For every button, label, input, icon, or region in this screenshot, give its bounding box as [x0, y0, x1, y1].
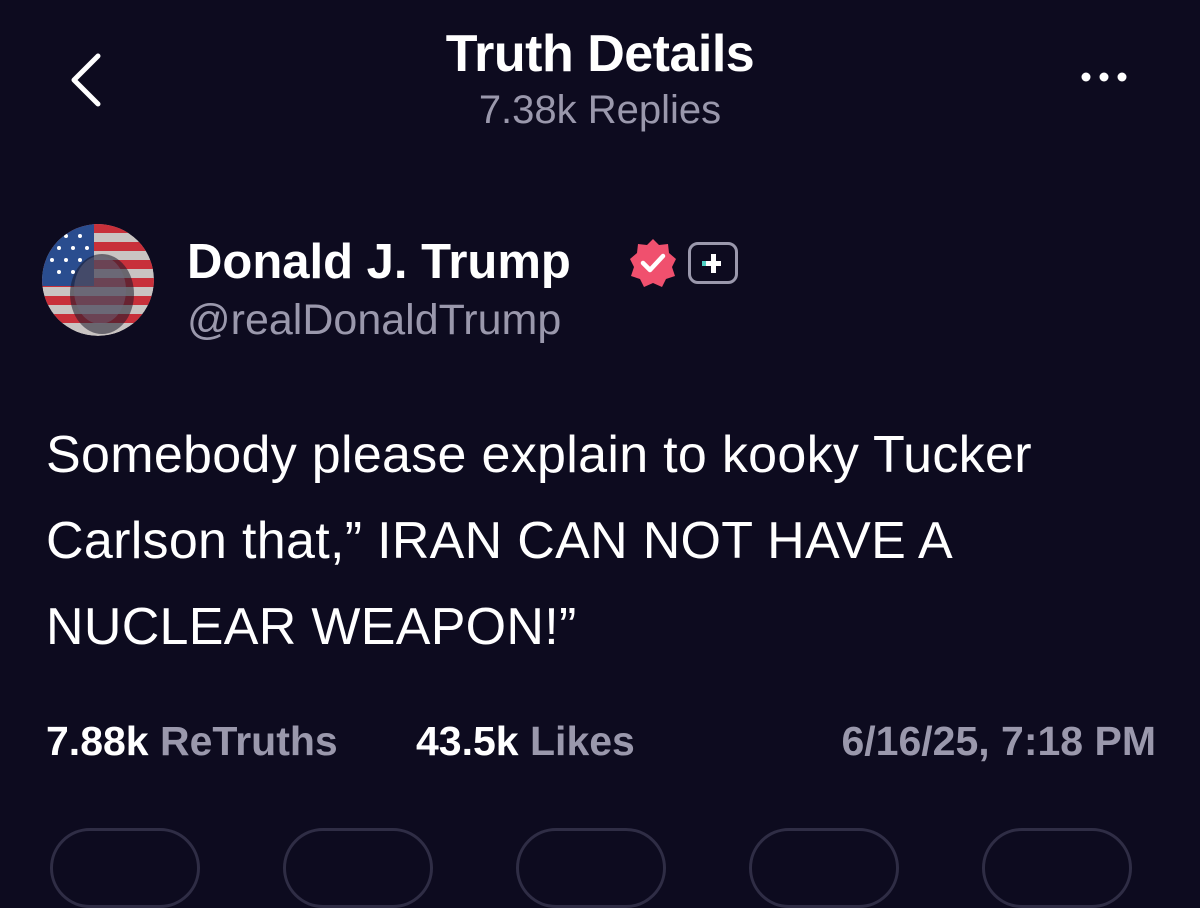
author-name[interactable]: Donald J. Trump: [187, 234, 571, 290]
post-content: Somebody please explain to kooky Tucker …: [46, 426, 1032, 656]
avatar[interactable]: [42, 224, 154, 336]
action-bar: [0, 818, 1200, 908]
likes-label: Likes: [530, 718, 635, 764]
retruths-label: ReTruths: [160, 718, 338, 764]
retruth-button[interactable]: [283, 828, 433, 908]
retruths-stat[interactable]: 7.88k ReTruths: [46, 718, 338, 765]
likes-stat[interactable]: 43.5k Likes: [416, 718, 635, 765]
verified-badge-icon: [628, 238, 678, 288]
author-handle[interactable]: @realDonaldTrump: [187, 296, 561, 345]
reply-count: 7.38k Replies: [478, 88, 722, 132]
retruths-count: 7.88k: [46, 718, 149, 764]
avatar-image: [42, 224, 154, 336]
reply-button[interactable]: [50, 828, 200, 908]
post-stats: 7.88k ReTruths 43.5k Likes 6/16/25, 7:18…: [46, 718, 1156, 778]
like-button[interactable]: [516, 828, 666, 908]
share-button[interactable]: [749, 828, 899, 908]
plus-badge-icon: [688, 242, 738, 284]
top-navigation-bar: Truth Details 7.38k Replies: [0, 0, 1200, 150]
post-timestamp: 6/16/25, 7:18 PM: [841, 718, 1156, 764]
more-options-button[interactable]: [1076, 62, 1136, 92]
bookmark-button[interactable]: [982, 828, 1132, 908]
post-author: Donald J. Trump @realDonaldTrump: [42, 224, 1162, 344]
page-title: Truth Details: [445, 25, 755, 83]
likes-count: 43.5k: [416, 718, 519, 764]
more-horizontal-icon: [1081, 72, 1127, 82]
